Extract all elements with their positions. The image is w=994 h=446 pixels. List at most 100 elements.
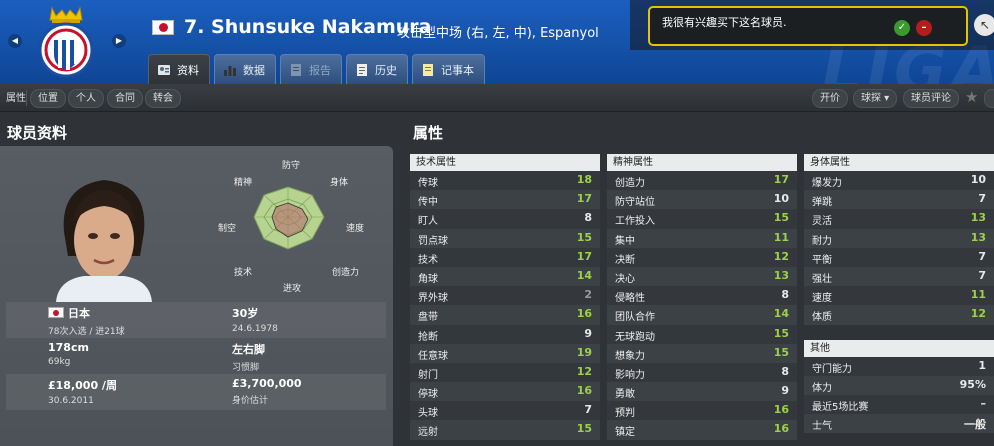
toolbar-attributes[interactable]: 属性: [0, 89, 34, 108]
attribute-value: 14: [773, 307, 789, 321]
attribute-row[interactable]: 无球跑动 15: [607, 324, 797, 344]
attribute-row[interactable]: 角球 14: [410, 266, 600, 287]
attribute-row[interactable]: 技术 17: [410, 247, 600, 267]
attribute-value: 12: [970, 307, 986, 321]
age: 30岁: [232, 307, 259, 320]
attribute-value: 95%: [959, 377, 986, 391]
other-list: 守门能力 1 体力 95% 最近5场比赛 – 士气 一般: [804, 356, 994, 434]
tab-report[interactable]: 报告: [280, 54, 342, 84]
attribute-row[interactable]: 耐力 13: [804, 228, 994, 248]
attribute-row[interactable]: 勇敢 9: [607, 382, 797, 402]
toolbar-positions[interactable]: 位置: [30, 89, 66, 108]
attribute-row[interactable]: 盘带 16: [410, 305, 600, 325]
attribute-name: 传中: [418, 197, 438, 209]
attribute-value: 16: [773, 422, 789, 436]
attribute-row[interactable]: 盯人 8: [410, 209, 600, 229]
attribute-row[interactable]: 士气 一般: [804, 414, 994, 434]
attribute-name: 决心: [615, 273, 635, 285]
attribute-name: 体质: [812, 312, 832, 324]
player-name: 7. Shunsuke Nakamura: [184, 16, 432, 38]
tab-stats[interactable]: 数据: [214, 54, 276, 84]
attribute-value: 16: [773, 403, 789, 417]
minus-icon[interactable]: –: [916, 20, 932, 36]
caps-goals: 78次入选 / 进21球: [48, 327, 125, 337]
toolbar-personal[interactable]: 个人: [68, 89, 104, 108]
attribute-row[interactable]: 平衡 7: [804, 247, 994, 267]
attribute-row[interactable]: 抢断 9: [410, 324, 600, 344]
attribute-row[interactable]: 灵活 13: [804, 209, 994, 229]
attribute-value: 8: [781, 364, 789, 378]
next-player-icon[interactable]: ▶: [112, 34, 126, 48]
attribute-row[interactable]: 传中 17: [410, 190, 600, 210]
attribute-row[interactable]: 决断 12: [607, 247, 797, 267]
attribute-value: 7: [978, 249, 986, 263]
attribute-row[interactable]: 集中 11: [607, 228, 797, 248]
attribute-row[interactable]: 团队合作 14: [607, 305, 797, 325]
attribute-row[interactable]: 爆发力 10: [804, 171, 994, 191]
tab-notepad[interactable]: 记事本: [412, 54, 485, 84]
attribute-name: 抢断: [418, 331, 438, 343]
toolbar-transfer[interactable]: 转会: [145, 89, 181, 108]
attribute-row[interactable]: 创造力 17: [607, 171, 797, 191]
attribute-name: 集中: [615, 235, 635, 247]
star-icon[interactable]: ★: [965, 88, 978, 106]
attribute-name: 技术: [418, 254, 438, 266]
attribute-row[interactable]: 镇定 16: [607, 420, 797, 440]
attribute-name: 射门: [418, 369, 438, 381]
attribute-row[interactable]: 强壮 7: [804, 266, 994, 287]
toolbar-more-button[interactable]: [984, 89, 994, 108]
attribute-row[interactable]: 想象力 15: [607, 343, 797, 363]
attribute-radar-chart: 防守 身体 速度 创造力 进攻 技术 制空 精神: [218, 159, 364, 294]
make-offer-button[interactable]: 开价: [812, 89, 848, 108]
attribute-value: 12: [576, 364, 592, 378]
attribute-row[interactable]: 体质 12: [804, 305, 994, 325]
attribute-name: 角球: [418, 273, 438, 285]
attribute-name: 传球: [418, 178, 438, 189]
attribute-row[interactable]: 远射 15: [410, 420, 600, 440]
attribute-row[interactable]: 停球 16: [410, 382, 600, 402]
scout-dropdown-button[interactable]: 球探 ▾: [853, 89, 898, 108]
toolbar-divider: [26, 90, 27, 106]
attribute-row[interactable]: 射门 12: [410, 362, 600, 383]
previous-player-icon[interactable]: ◀: [8, 34, 22, 48]
attribute-row[interactable]: 罚点球 15: [410, 228, 600, 248]
attribute-row[interactable]: 传球 18: [410, 171, 600, 191]
attribute-value: 10: [773, 192, 789, 206]
toolbar-contract[interactable]: 合同: [107, 89, 143, 108]
profile-tabs: 资料 数据 报告 历史 记事本: [148, 54, 485, 84]
attribute-row[interactable]: 守门能力 1: [804, 356, 994, 376]
tab-history[interactable]: 历史: [346, 54, 408, 84]
attribute-value: 15: [773, 326, 789, 340]
check-icon[interactable]: ✓: [894, 20, 910, 36]
attribute-row[interactable]: 决心 13: [607, 266, 797, 287]
report-icon: [291, 63, 301, 76]
attribute-row[interactable]: 最近5场比赛 –: [804, 394, 994, 415]
attribute-row[interactable]: 工作投入 15: [607, 209, 797, 229]
japan-flag-icon: [152, 20, 174, 35]
attribute-value: 2: [584, 288, 592, 302]
attribute-row[interactable]: 弹跳 7: [804, 190, 994, 210]
player-position-club[interactable]: 攻击型中场 (右, 左, 中), Espanyol: [397, 22, 599, 41]
estimated-value: £3,700,000: [232, 377, 302, 390]
attribute-row[interactable]: 预判 16: [607, 401, 797, 421]
attribute-row[interactable]: 界外球 2: [410, 286, 600, 306]
tab-profile-label: 资料: [177, 63, 199, 77]
player-comment-button[interactable]: 球员评论: [903, 89, 959, 108]
back-arrow-icon[interactable]: ↖: [974, 14, 994, 36]
height: 178cm: [48, 341, 89, 354]
tab-profile[interactable]: 资料: [148, 54, 210, 84]
attribute-row[interactable]: 体力 95%: [804, 375, 994, 395]
nationality[interactable]: 日本: [68, 307, 90, 320]
attribute-row[interactable]: 防守站位 10: [607, 190, 797, 210]
attribute-name: 镇定: [615, 427, 635, 439]
attribute-row[interactable]: 速度 11: [804, 286, 994, 306]
attribute-row[interactable]: 影响力 8: [607, 362, 797, 383]
attribute-row[interactable]: 侵略性 8: [607, 286, 797, 306]
attribute-value: 9: [584, 326, 592, 340]
notepad-icon: [423, 63, 433, 76]
info-row-nationality: 日本 78次入选 / 进21球 30岁 24.6.1978: [6, 302, 386, 338]
attribute-value: 18: [576, 173, 592, 186]
tab-stats-label: 数据: [243, 63, 265, 77]
attribute-row[interactable]: 头球 7: [410, 401, 600, 421]
attribute-row[interactable]: 任意球 19: [410, 343, 600, 363]
